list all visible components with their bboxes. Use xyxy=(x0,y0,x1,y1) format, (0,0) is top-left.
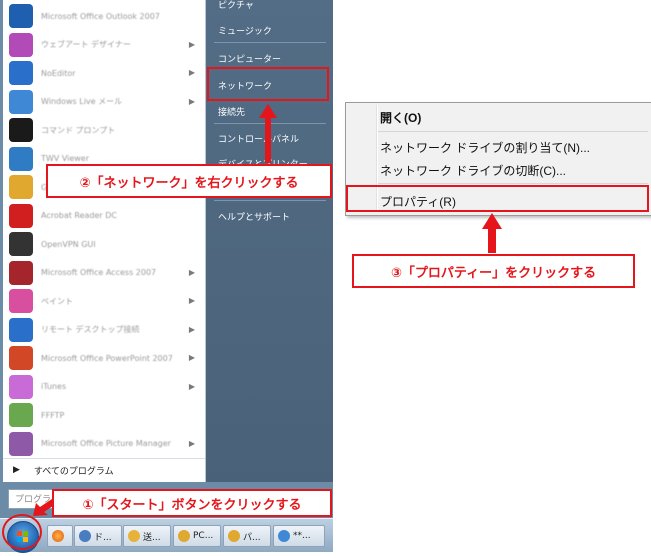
arrow-up-icon xyxy=(482,213,502,253)
step2-callout: ②「ネットワーク」を右クリックする xyxy=(46,164,332,198)
step3-callout: ③「プロパティー」をクリックする xyxy=(352,254,635,288)
arrow-up-icon xyxy=(259,104,277,163)
step1-callout: ①「スタート」ボタンをクリックする xyxy=(52,489,332,517)
